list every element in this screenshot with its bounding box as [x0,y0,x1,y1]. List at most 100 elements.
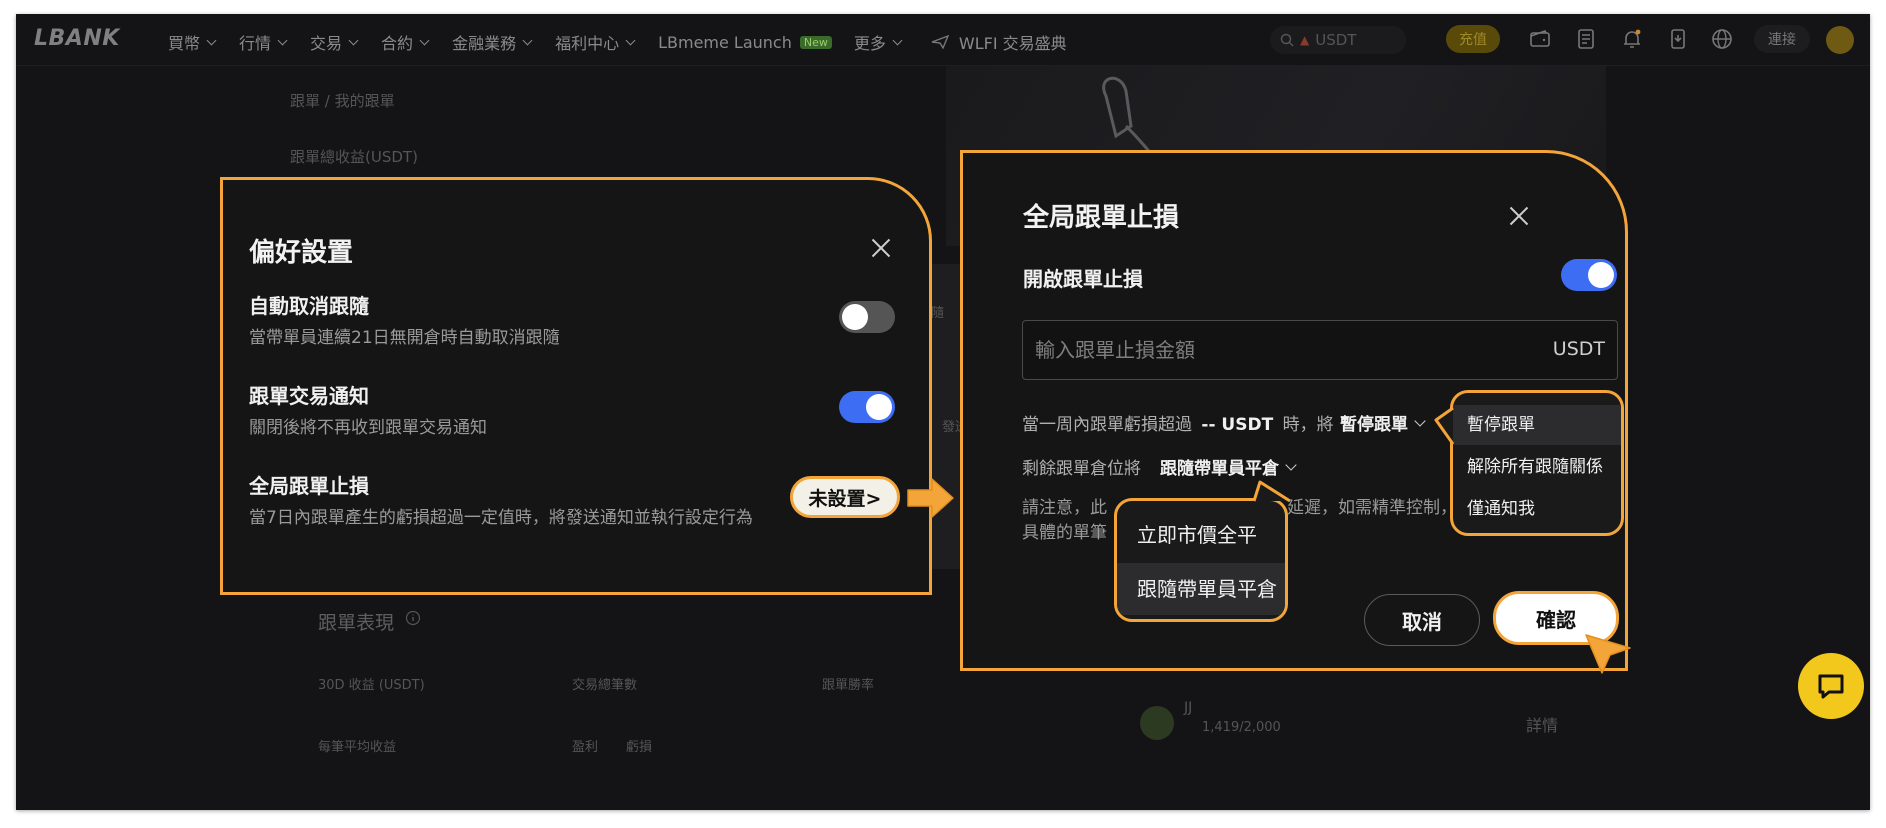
deposit-button[interactable]: 充值 [1446,25,1500,53]
stoploss-amount-input[interactable] [1035,321,1515,379]
nav-label: 合約 [381,34,414,53]
rule-amount: -- USDT [1201,415,1274,435]
nav-item-buy-crypto[interactable]: 買幣 [168,30,217,54]
loss-action-select[interactable]: 暫停跟單 [1340,410,1426,435]
nav-label: 福利中心 [555,34,620,53]
dropdown-option-unfollow-all[interactable]: 解除所有跟隨關係 [1453,447,1621,487]
loss-action-dropdown: 暫停跟單 解除所有跟隨關係 僅通知我 [1450,390,1624,536]
modal-title: 全局跟單止損 [1023,203,1180,233]
chevron-down-icon [277,35,288,45]
nav-label: 交易 [310,34,343,53]
toggle-knob [866,394,892,420]
nav-item-wlfi-event[interactable]: WLFI 交易盛典 [931,30,1067,54]
download-app-icon[interactable] [1666,27,1690,51]
nav-item-lbmeme-launch[interactable]: LBmeme Launch New [658,30,832,54]
chevron-down-icon [625,35,636,45]
nav-label: LBmeme Launch [658,32,792,52]
nav-label: 買幣 [168,34,201,53]
enable-stoploss-toggle[interactable] [1561,259,1617,291]
modal-title: 偏好設置 [249,238,354,268]
chevron-down-icon [206,35,217,45]
nav-item-more[interactable]: 更多 [854,30,903,54]
nav-label: 金融業務 [452,34,517,53]
plane-icon [931,35,949,49]
chevron-down-icon [892,35,903,45]
dropdown-pointer [1252,480,1291,502]
global-stoploss-title: 全局跟單止損 [249,474,369,498]
top-navbar: LBANK 買幣 行情 交易 合約 金融業務 福利中心 LBmeme Launc… [16,14,1870,66]
breadcrumb: 跟單 / 我的跟單 [290,92,395,110]
search-input[interactable]: ▲ USDT [1270,26,1406,54]
chat-support-button[interactable] [1798,653,1864,719]
enable-stoploss-label: 開啟跟單止損 [1023,267,1143,291]
dropdown-option-notify-only[interactable]: 僅通知我 [1453,489,1621,529]
chevron-down-icon [419,35,430,45]
close-icon[interactable] [870,237,892,259]
nav-item-markets[interactable]: 行情 [239,30,288,54]
stat-30d-label: 30D 收益 (USDT) [318,678,425,693]
fire-icon: ▲ [1300,33,1310,47]
arrow-right-icon [907,478,954,518]
nav-item-rewards[interactable]: 福利中心 [555,30,636,54]
dropdown-option-pause[interactable]: 暫停跟單 [1453,405,1621,445]
dropdown-option-market-close[interactable]: 立即市價全平 [1117,509,1285,561]
nav-label: 行情 [239,34,272,53]
remaining-position-select[interactable]: 跟隨帶單員平倉 [1160,454,1297,479]
global-stoploss-desc: 當7日內跟單產生的虧損超過一定值時，將發送通知並執行設定行為 [249,508,753,528]
notice-text-line2: 具體的單筆 [1022,523,1107,543]
trader-followers: 1,419/2,000 [1202,720,1281,735]
remaining-position-dropdown: 立即市價全平 跟隨帶單員平倉 [1114,498,1288,622]
nav-item-futures[interactable]: 合約 [381,30,430,54]
close-icon[interactable] [1508,205,1530,227]
nav-menu: 買幣 行情 交易 合約 金融業務 福利中心 LBmeme Launch New 更… [168,30,1067,54]
stat-winrate-label: 跟單勝率 [822,678,875,693]
notice-text-cont: 延遲，如需精準控制， [1287,498,1457,518]
toggle-knob [842,304,868,330]
chevron-down-icon [348,35,359,45]
trade-notify-desc: 關閉後將不再收到跟單交易通知 [249,418,487,438]
nav-item-trade[interactable]: 交易 [310,30,359,54]
cancel-button[interactable]: 取消 [1364,594,1480,646]
connect-button[interactable]: 連接 [1754,25,1810,53]
wallet-icon[interactable] [1528,27,1552,51]
remaining-position-label: 剩餘跟單倉位將 [1022,459,1141,479]
preferences-modal: 偏好設置 自動取消跟隨 當帶單員連續21日無開倉時自動取消跟隨 跟單交易通知 關… [220,177,932,595]
chat-icon [1818,674,1844,699]
auto-unfollow-desc: 當帶單員連續21日無開倉時自動取消跟隨 [249,328,560,348]
dropdown-option-follow-trader[interactable]: 跟隨帶單員平倉 [1117,563,1285,615]
trade-notify-title: 跟單交易通知 [249,384,369,408]
unit-label: USDT [1552,338,1605,360]
chevron-down-icon [1414,414,1426,427]
cursor-pointer-icon [1585,634,1631,674]
avatar[interactable] [1826,26,1854,54]
globe-icon[interactable] [1710,27,1734,51]
trade-notify-toggle[interactable] [839,391,895,423]
bell-icon[interactable] [1620,27,1644,51]
total-profit-label: 跟單總收益(USDT) [290,148,418,166]
performance-title: 跟單表現 [318,612,395,634]
select-value: 跟隨帶單員平倉 [1160,459,1279,479]
info-icon[interactable] [405,610,421,626]
auto-unfollow-toggle[interactable] [839,301,895,333]
lbank-logo[interactable]: LBANK [34,26,120,51]
trader-avatar [1140,706,1174,740]
nav-item-finance[interactable]: 金融業務 [452,30,533,54]
search-text: USDT [1315,31,1357,49]
stat-trades-label: 交易總筆數 [572,678,638,693]
stat-loss-label: 虧損 [626,740,653,755]
notice-text: 請注意，此 [1022,498,1107,518]
chevron-down-icon [1285,458,1297,471]
orders-icon[interactable] [1574,27,1598,51]
stat-profit-label: 盈利 [572,740,599,755]
toggle-knob [1588,262,1614,288]
stat-avg-label: 每筆平均收益 [318,740,397,755]
loss-rule-text: 當一周內跟單虧損超過 -- USDT 時，將 [1022,410,1334,435]
dropdown-pointer [1434,406,1454,445]
rule-prefix: 當一周內跟單虧損超過 [1022,415,1192,435]
rule-suffix: 時，將 [1282,415,1334,435]
not-set-link[interactable]: 未設置> [790,476,900,518]
nav-label: WLFI 交易盛典 [958,34,1067,53]
trader-name[interactable]: JJ [1184,700,1192,716]
details-link[interactable]: 詳情 [1526,712,1558,736]
stoploss-amount-field: USDT [1022,320,1618,380]
